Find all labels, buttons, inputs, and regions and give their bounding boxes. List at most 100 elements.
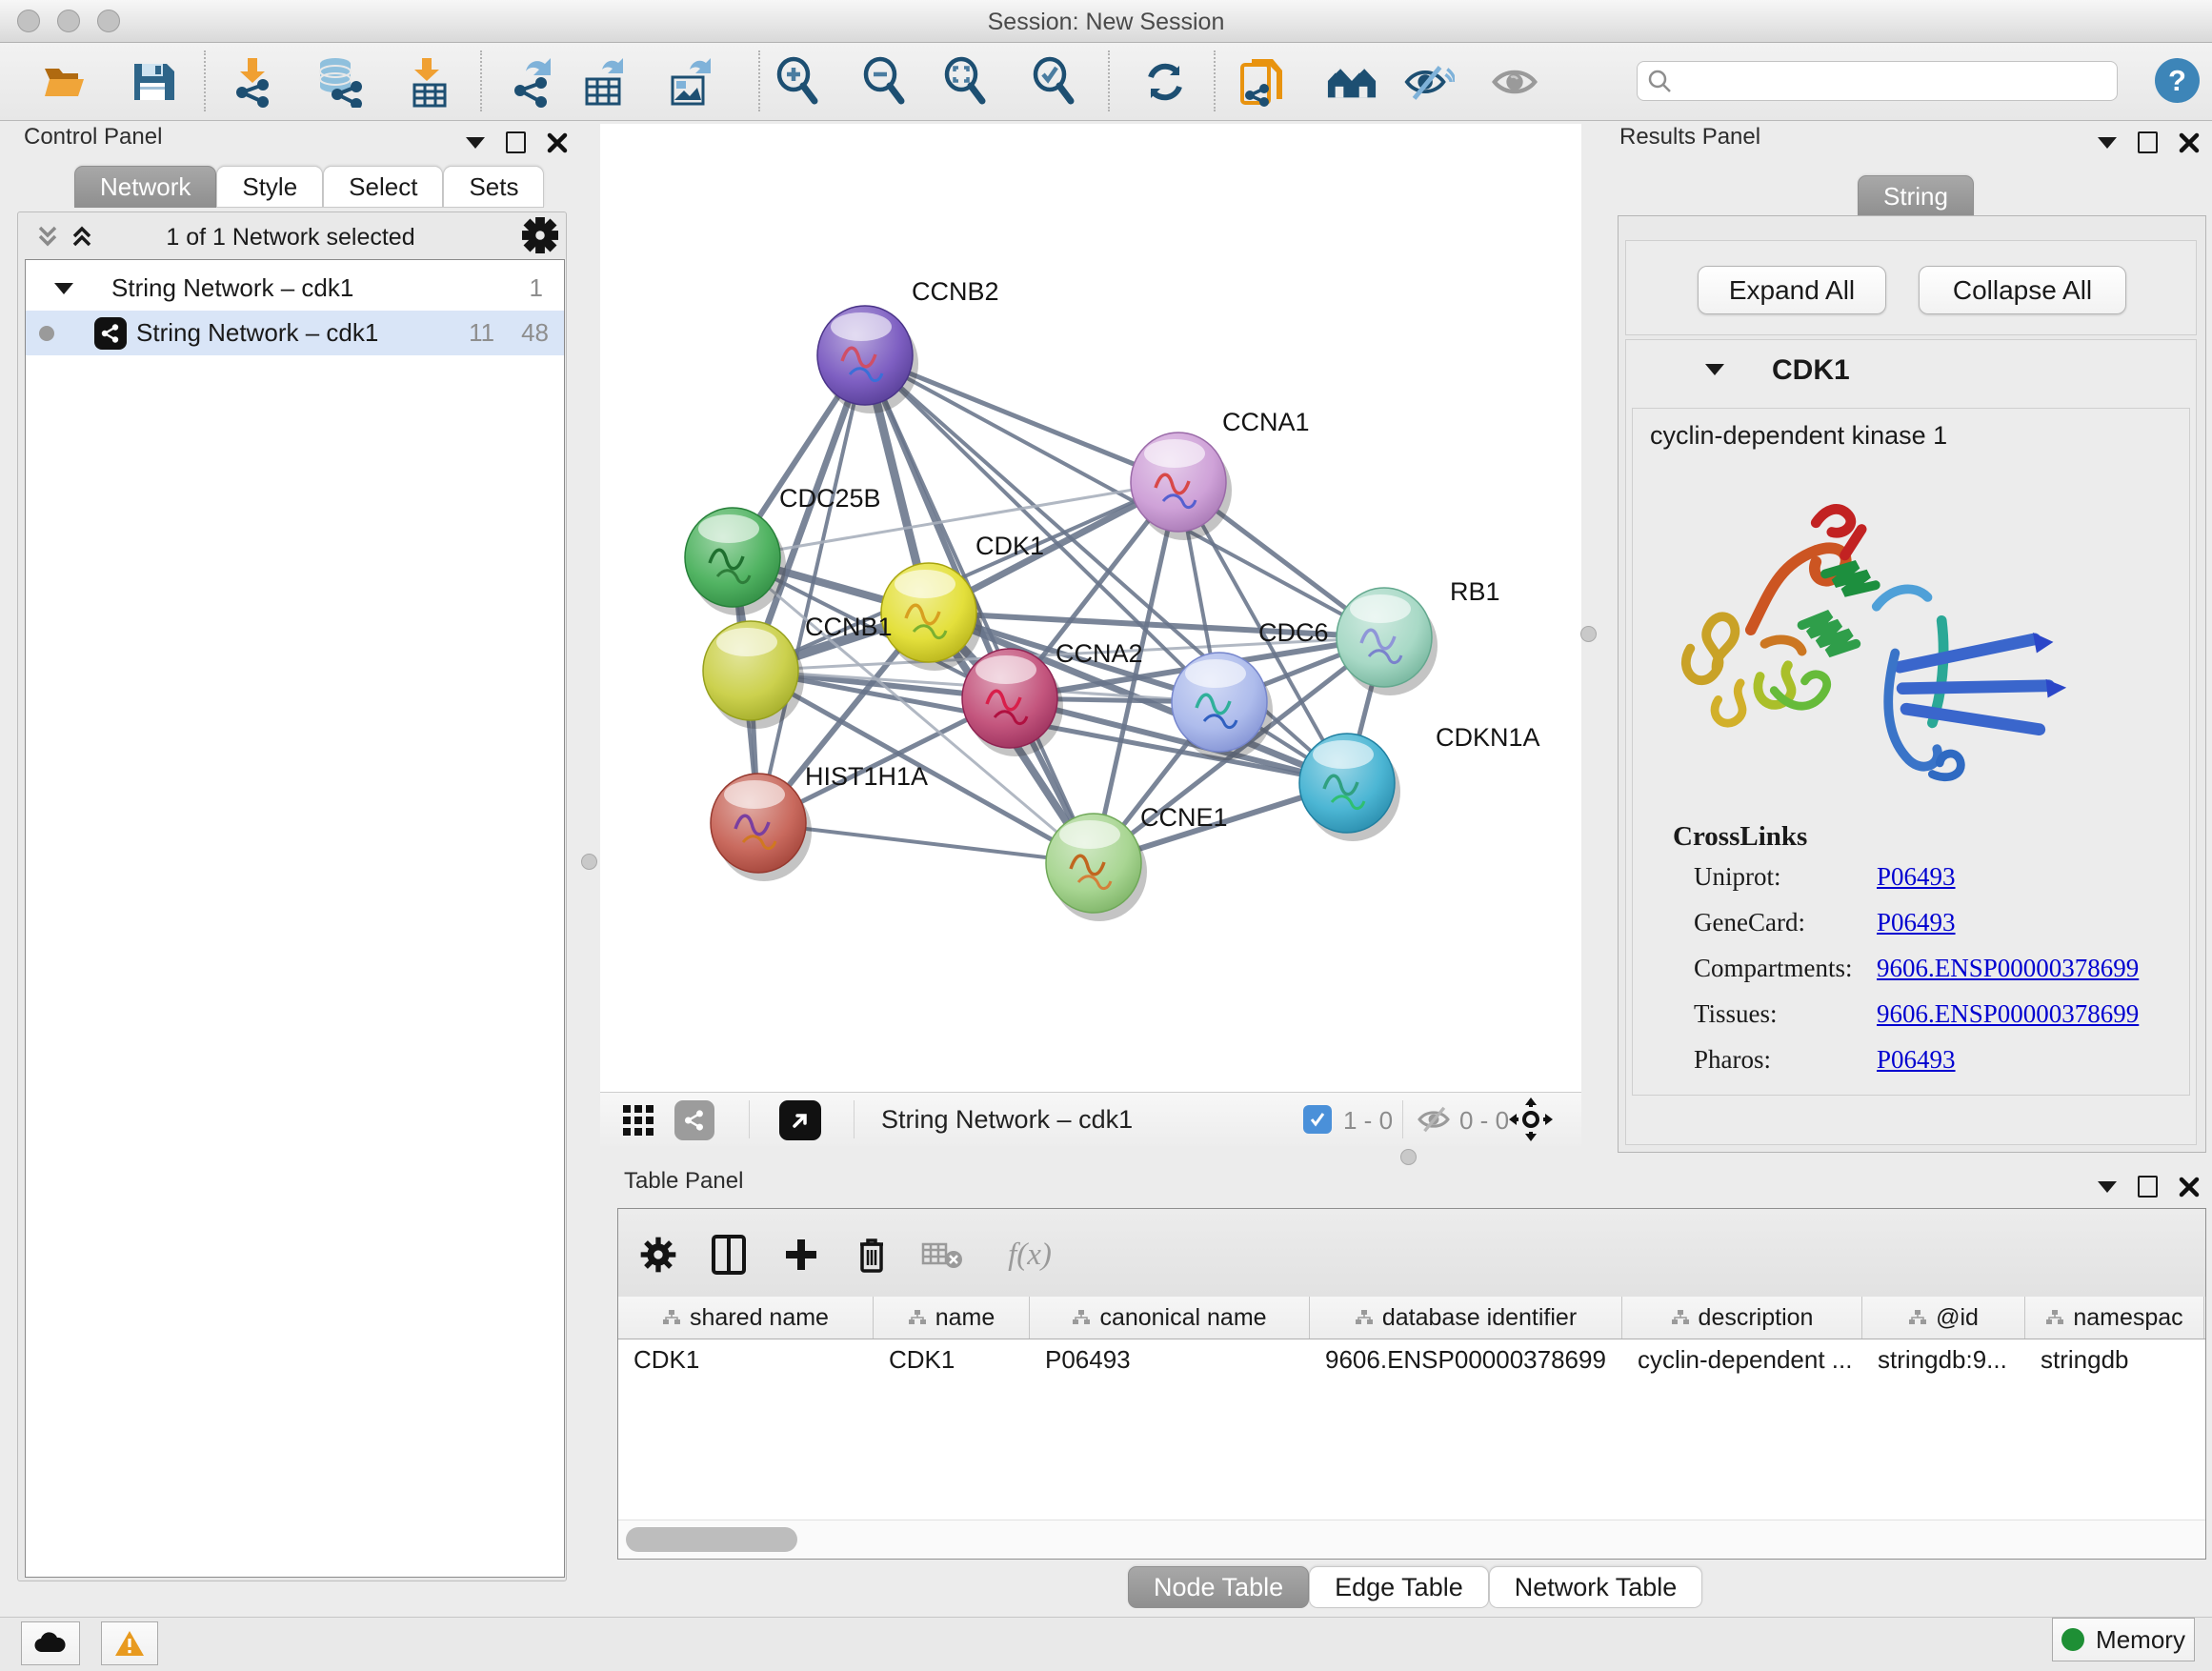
panel-menu-icon[interactable]	[466, 137, 485, 149]
tab-style[interactable]: Style	[216, 166, 323, 208]
column-header-@id[interactable]: @id	[1862, 1297, 2025, 1339]
duplicate-network-icon[interactable]	[1237, 56, 1289, 108]
panel-menu-icon[interactable]	[2098, 1181, 2117, 1193]
home-icon[interactable]	[1326, 56, 1377, 108]
memory-button[interactable]: Memory	[2052, 1618, 2195, 1661]
expand-all-networks-icon[interactable]	[69, 223, 97, 248]
table-cell[interactable]: stringdb:9...	[1862, 1339, 2025, 1380]
tab-network[interactable]: Network	[74, 166, 216, 208]
horizontal-splitter-handle[interactable]	[1400, 1149, 1417, 1165]
help-button[interactable]: ?	[2155, 58, 2200, 103]
open-session-icon[interactable]	[41, 56, 92, 108]
table-cell[interactable]: CDK1	[618, 1339, 874, 1380]
table-options-gear-icon[interactable]	[635, 1232, 681, 1278]
close-panel-icon[interactable]	[547, 132, 568, 153]
status-bar: Memory	[0, 1617, 2212, 1671]
show-all-eye-icon[interactable]	[1489, 56, 1540, 108]
expand-all-button[interactable]: Expand All	[1698, 266, 1886, 314]
save-session-icon[interactable]	[127, 56, 178, 108]
tab-select[interactable]: Select	[323, 166, 443, 208]
column-header-shared-name[interactable]: shared name	[618, 1297, 874, 1339]
crosslink-label: Pharos:	[1694, 1045, 1877, 1075]
node-CCNE1[interactable]	[1046, 814, 1147, 921]
table-horizontal-scrollbar[interactable]	[618, 1520, 2205, 1559]
crosslink-label: Uniprot:	[1694, 862, 1877, 892]
close-panel-icon[interactable]	[2179, 132, 2200, 153]
export-image-icon[interactable]	[665, 56, 716, 108]
node-RB1[interactable]	[1337, 588, 1438, 695]
zoom-selected-icon[interactable]	[1028, 56, 1079, 108]
column-header-namespac[interactable]: namespac	[2025, 1297, 2204, 1339]
delete-table-icon[interactable]	[919, 1232, 965, 1278]
node-HIST1H1A[interactable]	[711, 774, 812, 881]
node-CCNB1[interactable]	[703, 621, 804, 729]
network-canvas[interactable]: CCNB2CCNA1CDC25BCDK1CDC6RB1CCNB1CCNA2CDK…	[600, 124, 1581, 1092]
column-header-description[interactable]: description	[1622, 1297, 1862, 1339]
panel-menu-icon[interactable]	[2098, 137, 2117, 149]
tab-node-table[interactable]: Node Table	[1128, 1566, 1309, 1608]
search-input[interactable]	[1672, 67, 2085, 95]
tab-string[interactable]: String	[1858, 175, 1974, 217]
birds-eye-view-icon[interactable]	[621, 1103, 655, 1137]
function-builder-icon[interactable]: f(x)	[992, 1232, 1068, 1278]
float-panel-icon[interactable]	[2138, 1176, 2158, 1198]
collapse-all-networks-icon[interactable]	[34, 223, 63, 248]
scrollbar-thumb[interactable]	[626, 1527, 797, 1552]
network-options-gear-icon[interactable]	[522, 217, 558, 253]
show-columns-icon[interactable]	[706, 1232, 752, 1278]
node-CCNB2[interactable]	[817, 306, 918, 413]
float-panel-icon[interactable]	[506, 131, 526, 153]
zoom-fit-content-icon[interactable]	[939, 56, 991, 108]
table-cell[interactable]: CDK1	[874, 1339, 1030, 1380]
table-cell[interactable]: 9606.ENSP00000378699	[1310, 1339, 1622, 1380]
tab-edge-table[interactable]: Edge Table	[1309, 1566, 1489, 1608]
results-panel-window-controls	[2098, 131, 2200, 153]
table-cell[interactable]: P06493	[1030, 1339, 1310, 1380]
crosslink-value-link[interactable]: 9606.ENSP00000378699	[1877, 999, 2139, 1029]
crosslink-value-link[interactable]: P06493	[1877, 1045, 1956, 1075]
export-table-icon[interactable]	[579, 56, 631, 108]
crosslink-value-link[interactable]: P06493	[1877, 862, 1956, 892]
add-column-icon[interactable]	[778, 1232, 824, 1278]
tab-sets[interactable]: Sets	[443, 166, 544, 208]
float-panel-icon[interactable]	[2138, 131, 2158, 153]
table-row[interactable]: CDK1CDK1P064939606.ENSP00000378699cyclin…	[618, 1339, 2205, 1380]
network-row-selected[interactable]: String Network – cdk1 11 48	[26, 311, 564, 355]
close-panel-icon[interactable]	[2179, 1177, 2200, 1198]
string-style-button[interactable]	[674, 1100, 714, 1140]
open-in-window-button[interactable]	[779, 1100, 821, 1140]
zoom-in-icon[interactable]	[772, 56, 823, 108]
network-collection-row[interactable]: String Network – cdk1 1	[26, 266, 564, 311]
table-cell[interactable]: stringdb	[2025, 1339, 2204, 1380]
table-cell[interactable]: cyclin-dependent ...	[1622, 1339, 1862, 1380]
column-header-label: shared name	[690, 1304, 829, 1332]
column-header-name[interactable]: name	[874, 1297, 1030, 1339]
cloud-status-button[interactable]	[21, 1621, 80, 1665]
tab-network-table[interactable]: Network Table	[1489, 1566, 1703, 1608]
string-network-graph[interactable]: CCNB2CCNA1CDC25BCDK1CDC6RB1CCNB1CCNA2CDK…	[600, 124, 1581, 1092]
tree-expander-icon[interactable]	[54, 283, 73, 294]
node-table: f(x) shared name namecanonical namedataba…	[617, 1208, 2206, 1560]
import-table-icon[interactable]	[403, 56, 454, 108]
gene-section-expander-icon[interactable]	[1705, 364, 1724, 375]
delete-column-icon[interactable]	[849, 1232, 895, 1278]
crosslink-value-link[interactable]: P06493	[1877, 908, 1956, 937]
pan-mode-icon[interactable]	[1507, 1096, 1555, 1143]
warning-status-button[interactable]	[101, 1621, 158, 1665]
left-splitter-handle[interactable]	[581, 854, 597, 870]
column-header-canonical-name[interactable]: canonical name	[1030, 1297, 1310, 1339]
zoom-out-icon[interactable]	[858, 56, 910, 108]
collapse-all-button[interactable]: Collapse All	[1919, 266, 2126, 314]
node-CCNA2[interactable]	[962, 649, 1063, 756]
import-network-file-icon[interactable]	[227, 56, 278, 108]
export-network-icon[interactable]	[508, 56, 559, 108]
refresh-view-icon[interactable]	[1139, 56, 1191, 108]
import-network-database-icon[interactable]	[312, 56, 364, 108]
node-CDC25B[interactable]	[685, 508, 786, 615]
node-CDKN1A[interactable]	[1299, 734, 1400, 841]
crosslink-value-link[interactable]: 9606.ENSP00000378699	[1877, 954, 2139, 983]
right-splitter-handle[interactable]	[1580, 626, 1597, 642]
column-header-database-identifier[interactable]: database identifier	[1310, 1297, 1622, 1339]
selected-checkbox-icon[interactable]	[1303, 1105, 1332, 1134]
hide-selected-eye-icon[interactable]	[1403, 56, 1455, 108]
